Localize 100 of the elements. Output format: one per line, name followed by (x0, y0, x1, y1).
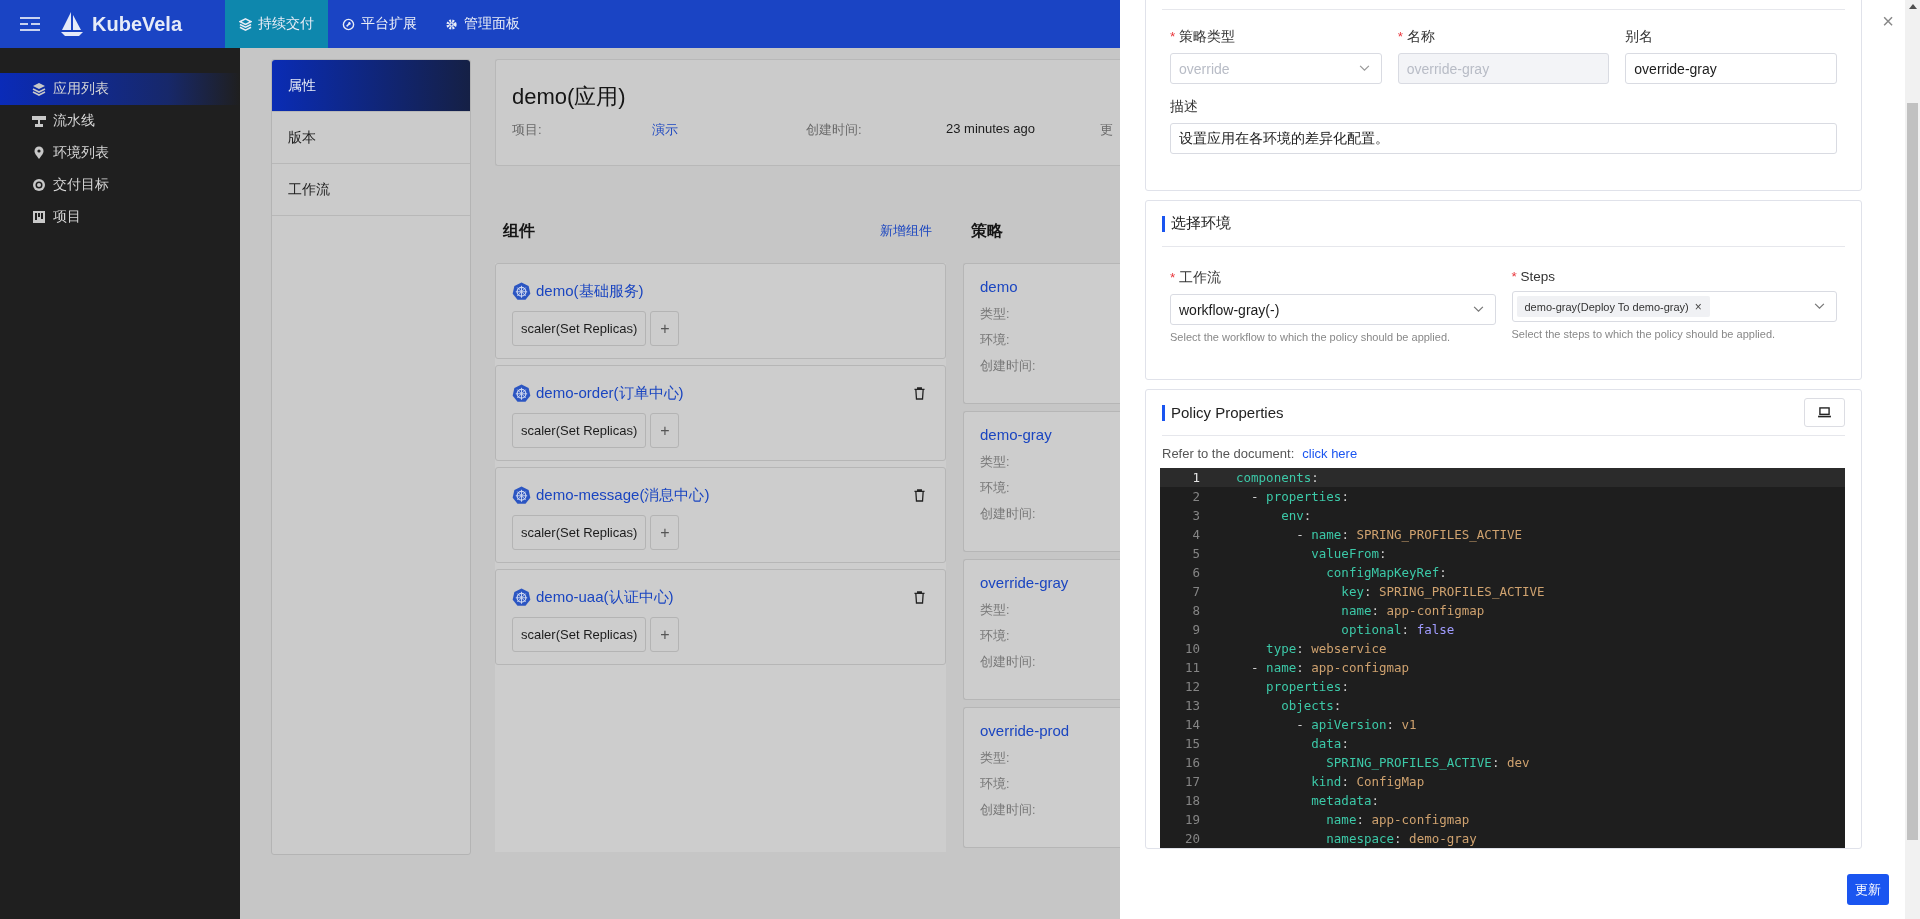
document-link[interactable]: click here (1302, 446, 1358, 461)
policy-field-label: 类型: (980, 306, 1010, 323)
nav-tab[interactable]: 管理面板 (431, 0, 534, 48)
policy-field-label: 环境: (980, 628, 1010, 645)
line-number: 9 (1191, 622, 1201, 637)
trait-button[interactable]: scaler(Set Replicas) (512, 413, 647, 448)
scrollbar[interactable] (1905, 0, 1920, 919)
line-number: 13 (1183, 698, 1201, 713)
section-title: 选择环境 (1171, 214, 1232, 233)
policy-field-label: 环境: (980, 332, 1010, 349)
code-line: metadata: (1310, 793, 1379, 808)
component-name-link[interactable]: demo(基础服务) (536, 282, 929, 301)
meta-value: 23 minutes ago (946, 121, 1035, 138)
tab[interactable]: 工作流 (272, 164, 470, 216)
add-trait-button[interactable]: + (650, 617, 680, 652)
section-title: 策略 (971, 220, 1003, 241)
sidebar-item[interactable]: 流水线 (0, 105, 240, 137)
update-button[interactable]: 更新 (1847, 874, 1889, 905)
trash-icon[interactable] (914, 591, 925, 604)
trait-button[interactable]: scaler(Set Replicas) (512, 515, 647, 550)
policy-name-link[interactable]: demo (980, 278, 1018, 295)
sidebar-item[interactable]: 项目 (0, 201, 240, 233)
menu-icon[interactable] (20, 17, 40, 31)
line-number: 17 (1183, 774, 1201, 789)
code-line: - name: app-configmap (1250, 660, 1410, 675)
component-name-link[interactable]: demo-order(订单中心) (536, 384, 909, 403)
line-number: 7 (1191, 584, 1201, 599)
policy-name-link[interactable]: override-prod (980, 722, 1070, 739)
code-line: namespace: demo-gray (1325, 831, 1477, 846)
trait-button[interactable]: scaler(Set Replicas) (512, 617, 647, 652)
help-text: Select the workflow to which the policy should be applied. (1170, 331, 1452, 343)
code-line: key: SPRING_PROFILES_ACTIVE (1340, 584, 1545, 599)
help-text: Select the steps to which the policy should be applied. (1511, 328, 1777, 340)
project-link[interactable]: 演示 (652, 121, 678, 139)
trash-icon[interactable] (914, 387, 925, 400)
add-trait-button[interactable]: + (650, 311, 680, 346)
policy-name-link[interactable]: override-gray (980, 574, 1069, 591)
description-input[interactable]: 设置应用在各环境的差异化配置。 (1170, 123, 1837, 154)
steps-select[interactable]: demo-gray(Deploy To demo-gray) × (1511, 291, 1837, 322)
section-title: Policy Properties (1171, 404, 1285, 421)
sidebar-item[interactable]: 交付目标 (0, 169, 240, 201)
sidebar-item[interactable]: 应用列表 (0, 73, 240, 105)
monitor-button[interactable] (1804, 398, 1845, 427)
line-number: 8 (1191, 603, 1201, 618)
policy-field-label: 环境: (980, 480, 1010, 497)
add-trait-button[interactable]: + (650, 413, 680, 448)
line-number: 15 (1183, 736, 1201, 751)
policy-field-label: 创建时间: (980, 358, 1036, 375)
component-name-link[interactable]: demo-uaa(认证中心) (536, 588, 909, 607)
code-line: - properties: (1250, 489, 1349, 504)
nav-tab[interactable]: 平台扩展 (328, 0, 431, 48)
policy-field-label: 类型: (980, 750, 1010, 767)
helm-wheel-icon (512, 486, 531, 505)
sidebar-item[interactable]: 环境列表 (0, 137, 240, 169)
line-number: 19 (1183, 812, 1201, 827)
line-number: 6 (1191, 565, 1201, 580)
workflow-select[interactable]: workflow-gray(-) (1170, 294, 1496, 325)
component-name-link[interactable]: demo-message(消息中心) (536, 486, 909, 505)
trash-icon[interactable] (914, 489, 925, 502)
line-number: 3 (1191, 508, 1201, 523)
code-line: components: (1236, 470, 1319, 485)
tab[interactable]: 属性 (272, 60, 470, 112)
code-editor[interactable] (1160, 468, 1845, 848)
app-title: demo(应用) (512, 83, 627, 111)
chevron-down-icon (1472, 306, 1484, 313)
tab[interactable]: 版本 (272, 112, 470, 164)
scroll-up-arrow-icon[interactable] (1909, 4, 1917, 9)
scrollbar-thumb[interactable] (1907, 103, 1918, 840)
remove-tag-button[interactable]: × (1694, 299, 1702, 314)
line-number: 12 (1183, 679, 1201, 694)
meta-label: 创建时间: (806, 121, 862, 139)
field-label: * Steps (1511, 269, 1557, 284)
meta-label: 更 (1100, 121, 1113, 139)
field-label: * 策略类型 (1170, 28, 1236, 46)
pipeline-icon (32, 114, 46, 128)
meta-label: 项目: (512, 121, 542, 139)
nav-tab[interactable]: 持续交付 (225, 0, 328, 48)
add-component-link[interactable]: 新增组件 (880, 222, 932, 240)
plug-icon (342, 17, 355, 31)
code-line: objects: (1280, 698, 1342, 713)
sailboat-icon (60, 11, 84, 37)
layers-icon (239, 17, 252, 31)
trait-button[interactable]: scaler(Set Replicas) (512, 311, 647, 346)
code-line: name: app-configmap (1325, 812, 1470, 827)
close-button[interactable]: × (1882, 10, 1894, 33)
field-label: * 名称 (1397, 28, 1436, 46)
section-title: 组件 (503, 220, 535, 241)
code-line: - apiVersion: v1 (1295, 717, 1417, 732)
chevron-down-icon (1814, 303, 1825, 310)
code-line: configMapKeyRef: (1325, 565, 1447, 580)
code-line: valueFrom: (1310, 546, 1387, 561)
step-tag: demo-gray(Deploy To demo-gray) × (1516, 296, 1710, 317)
policy-name-link[interactable]: demo-gray (980, 426, 1052, 443)
code-line: name: app-configmap (1340, 603, 1485, 618)
add-trait-button[interactable]: + (650, 515, 680, 550)
line-number: 4 (1191, 527, 1201, 542)
code-line: SPRING_PROFILES_ACTIVE: dev (1325, 755, 1530, 770)
line-number: 1 (1191, 470, 1201, 485)
text-input[interactable]: override-gray (1625, 53, 1837, 84)
code-line: optional: false (1340, 622, 1455, 637)
